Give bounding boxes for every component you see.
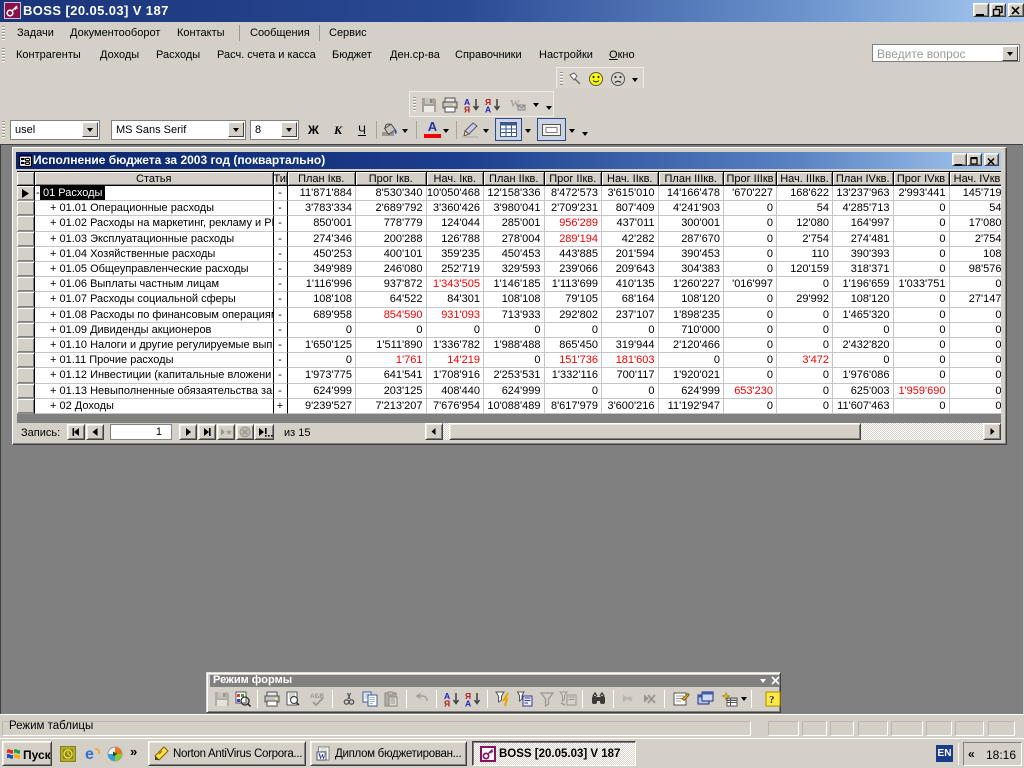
svg-text:W: W xyxy=(318,752,326,761)
svg-text:?: ? xyxy=(769,694,775,706)
svg-text:А: А xyxy=(465,698,471,707)
svg-text:Я: Я xyxy=(444,698,450,707)
svg-text:Я: Я xyxy=(464,105,470,114)
svg-text:А: А xyxy=(485,105,491,114)
svg-text:e: e xyxy=(85,746,94,762)
